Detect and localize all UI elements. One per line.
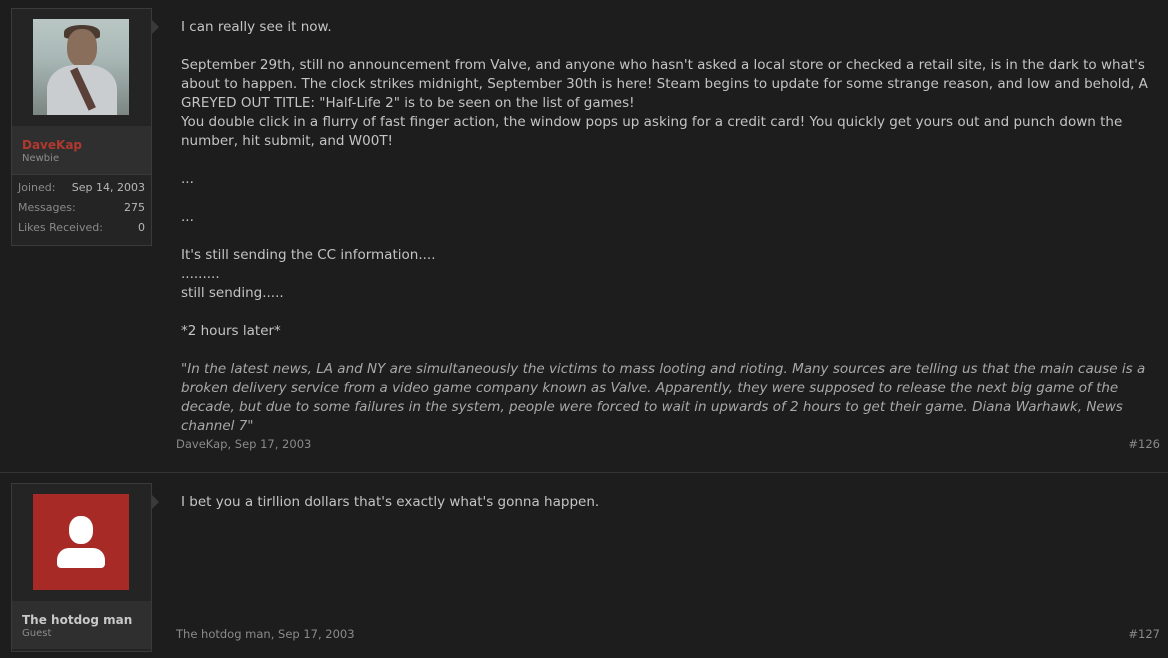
message-paragraph: *2 hours later* [181, 323, 281, 339]
message-paragraph: September 29th, still no announcement fr… [181, 57, 1148, 111]
message-paragraph: It's still sending the CC information...… [181, 247, 436, 263]
user-card: DaveKap Newbie Joined: Sep 14, 2003 Mess… [11, 8, 152, 246]
user-card: The hotdog man Guest [11, 483, 152, 652]
avatar-head [67, 29, 97, 67]
message-paragraph: You double click in a flurry of fast fin… [181, 114, 1123, 149]
stat-likes: Likes Received: 0 [12, 215, 151, 235]
user-title: Guest [22, 628, 52, 639]
stat-value: Sep 14, 2003 [71, 181, 145, 194]
stat-value[interactable]: 275 [124, 201, 145, 214]
post-127: The hotdog man Guest I bet you a tirllio… [0, 473, 1168, 658]
message-body: I bet you a tirllion dollars that's exac… [181, 493, 1153, 512]
name-block: The hotdog man Guest [12, 601, 151, 649]
message-paragraph: I can really see it now. [181, 19, 332, 35]
message-paragraph: still sending..... [181, 285, 284, 301]
username-link[interactable]: DaveKap [22, 138, 82, 152]
user-card-arrow [151, 19, 159, 35]
message-paragraph: ... [181, 209, 194, 225]
username: The hotdog man [22, 613, 133, 627]
post-meta[interactable]: DaveKap, Sep 17, 2003 [176, 437, 311, 451]
message-quote: "In the latest news, LA and NY are simul… [181, 361, 1146, 434]
post-126: DaveKap Newbie Joined: Sep 14, 2003 Mess… [0, 0, 1168, 472]
stat-joined: Joined: Sep 14, 2003 [12, 175, 151, 195]
user-card-arrow [151, 494, 159, 510]
post-meta[interactable]: The hotdog man, Sep 17, 2003 [176, 627, 355, 641]
avatar-container [12, 484, 151, 601]
stat-value: 0 [138, 221, 145, 234]
message-body: I can really see it now. September 29th,… [181, 18, 1153, 436]
post-number-link[interactable]: #127 [1128, 627, 1160, 641]
user-stats: Joined: Sep 14, 2003 Messages: 275 Likes… [12, 174, 151, 235]
stat-label: Joined: [18, 181, 56, 194]
post-number-link[interactable]: #126 [1128, 437, 1160, 451]
message-paragraph: ......... [181, 266, 220, 282]
name-block: DaveKap Newbie [12, 126, 151, 174]
message-paragraph: ... [181, 171, 194, 187]
message-paragraph: I bet you a tirllion dollars that's exac… [181, 494, 600, 510]
user-title: Newbie [22, 153, 60, 164]
default-user-icon[interactable] [33, 494, 129, 590]
avatar[interactable] [33, 19, 129, 115]
avatar-container [12, 9, 151, 126]
user-icon-body [57, 548, 105, 568]
stat-label: Messages: [18, 201, 76, 214]
stat-messages: Messages: 275 [12, 195, 151, 215]
user-icon-head [69, 516, 93, 544]
stat-label: Likes Received: [18, 221, 103, 234]
